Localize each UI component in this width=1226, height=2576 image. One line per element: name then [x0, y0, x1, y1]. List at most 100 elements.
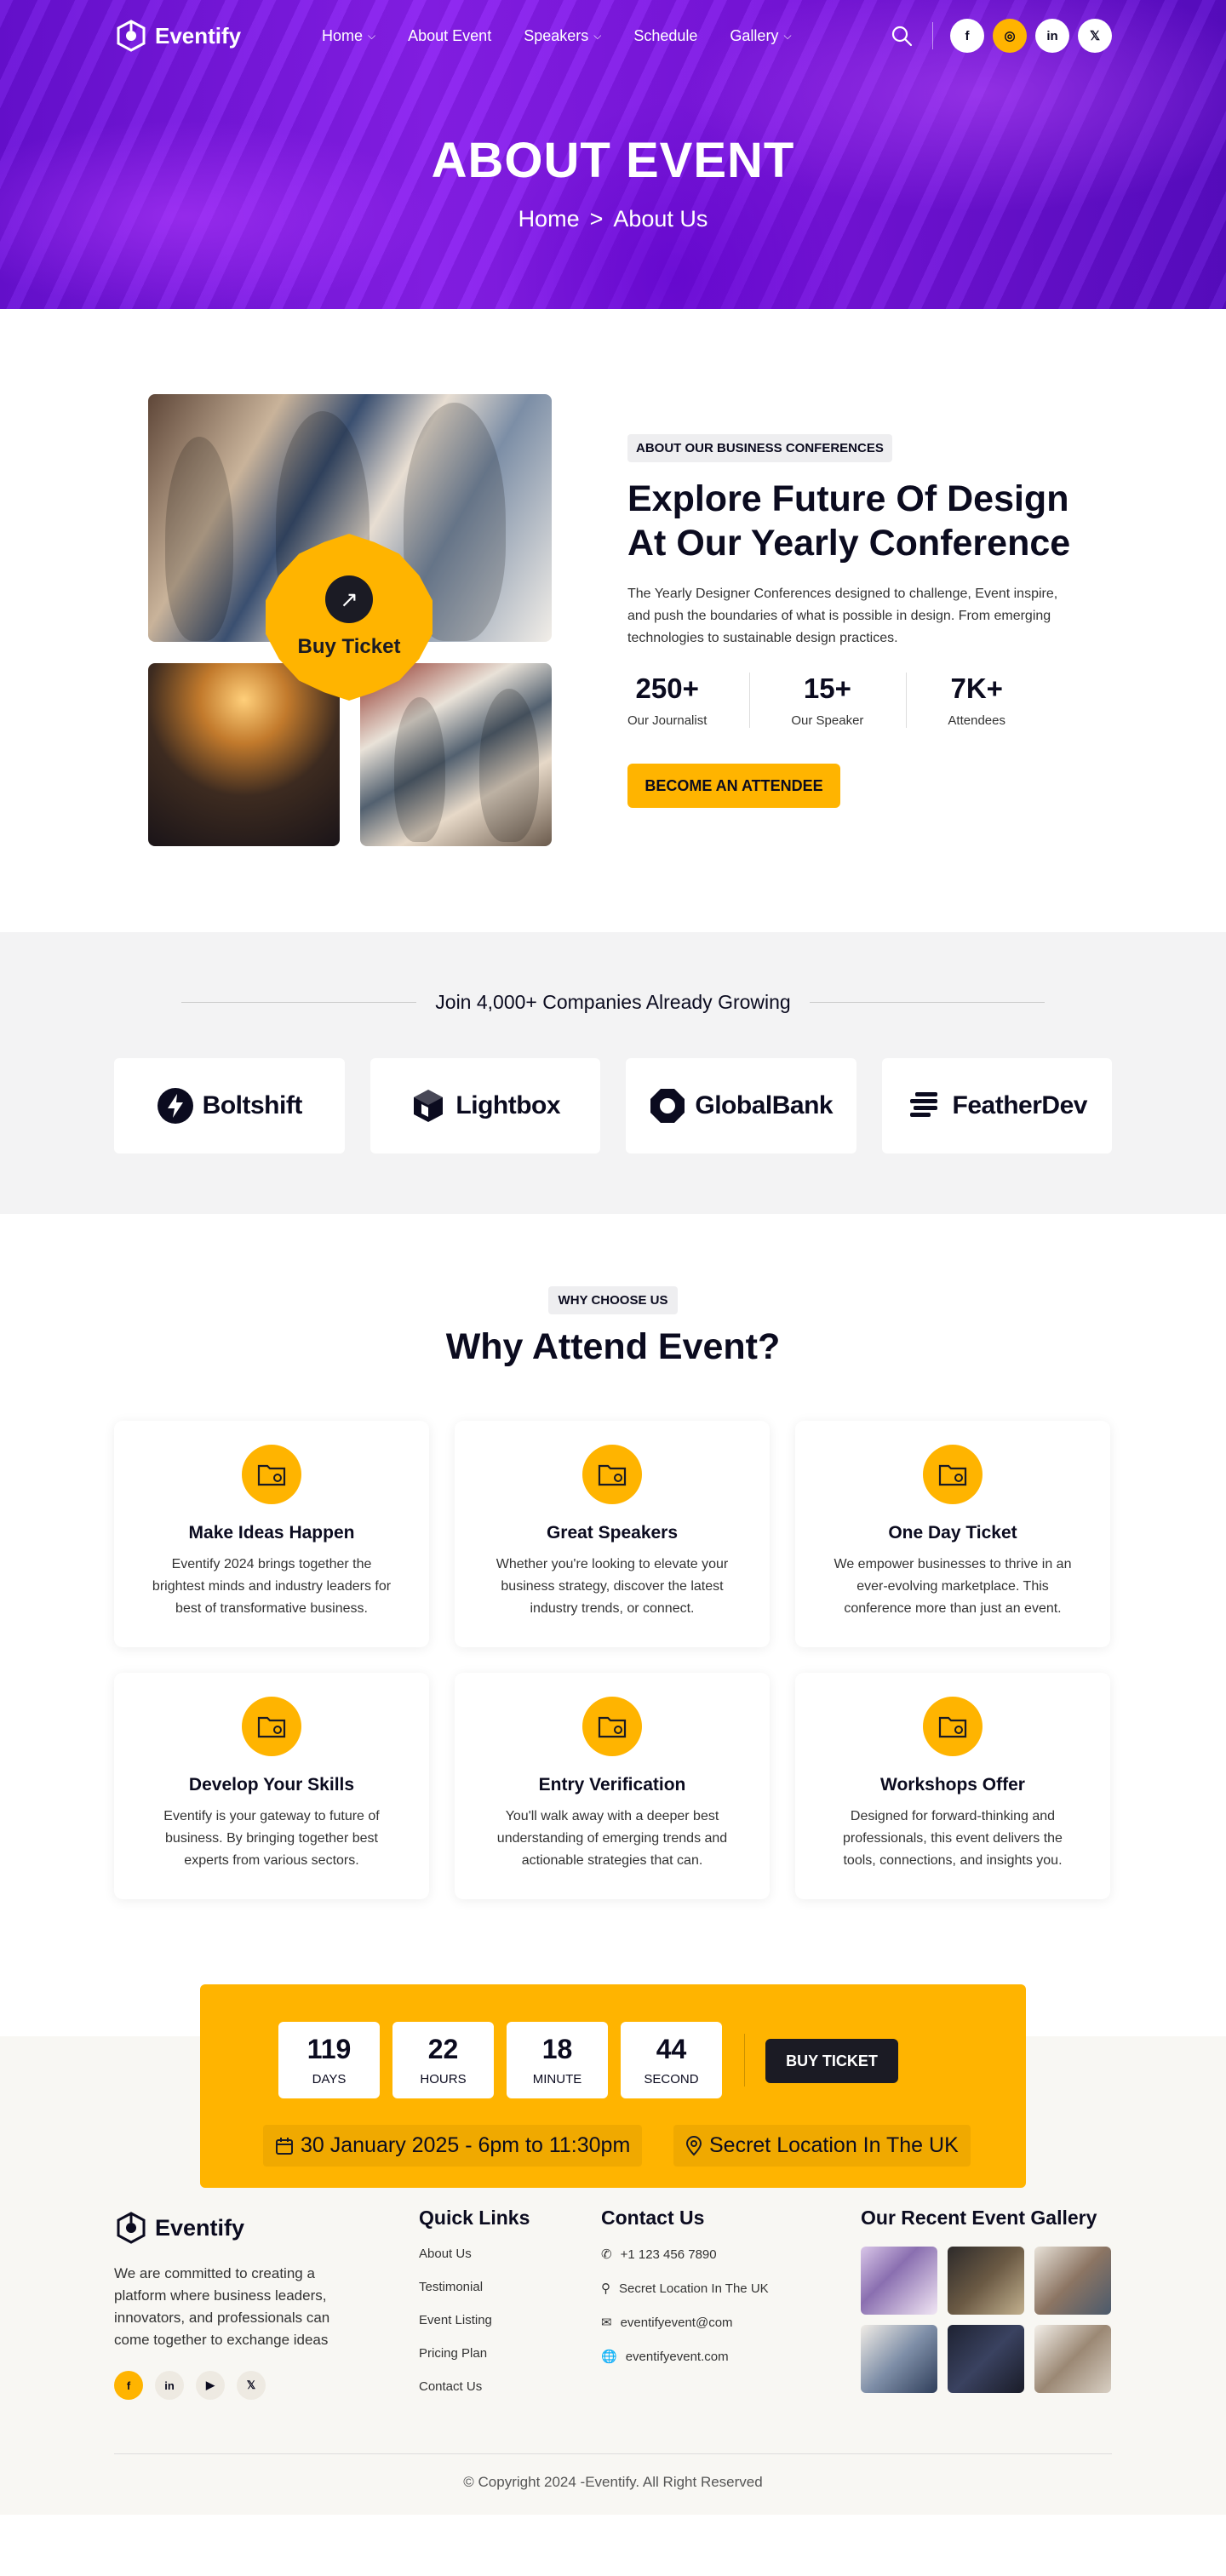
calendar-icon: [276, 2137, 293, 2155]
why-attend-section: WHY CHOOSE US Why Attend Event? Make Ide…: [0, 1214, 1226, 2188]
facebook-icon[interactable]: f: [950, 19, 984, 53]
main-menu: Home ⌵ About Event Speakers ⌵ Schedule Gal…: [322, 27, 792, 45]
feature-cards: Make Ideas Happen Eventify 2024 brings t…: [114, 1421, 1112, 1899]
nav-item-label: Speakers: [524, 26, 589, 44]
nav-item-speakers[interactable]: Speakers ⌵: [524, 27, 601, 45]
feature-card: Great Speakers Whether you're looking to…: [455, 1421, 770, 1647]
event-location: Secret Location In The UK: [673, 2125, 971, 2167]
contact-phone-text: +1 123 456 7890: [620, 2247, 717, 2262]
nav-item-home[interactable]: Home ⌵: [322, 27, 375, 45]
countdown-label: SECOND: [644, 2072, 699, 2087]
footer-about: We are committed to creating a platform …: [114, 2265, 330, 2348]
nav-item-gallery[interactable]: Gallery ⌵: [730, 27, 791, 45]
countdown-boxes: 119 DAYS 22 HOURS 18 MINUTE 44 SECOND: [278, 2022, 722, 2098]
nav-item-label: Home: [322, 26, 364, 44]
folder-gear-icon: [582, 1445, 642, 1504]
footer-logo[interactable]: Eventify: [114, 2211, 244, 2245]
countdown-minutes: 18 MINUTE: [507, 2022, 608, 2098]
countdown-label: DAYS: [312, 2072, 347, 2087]
countdown-days: 119 DAYS: [278, 2022, 380, 2098]
gallery-thumb[interactable]: [948, 2325, 1024, 2393]
stat-value: 250+: [635, 673, 699, 704]
gallery-thumb[interactable]: [861, 2325, 937, 2393]
event-location-text: Secret Location In The UK: [709, 2133, 959, 2157]
feature-text: Whether you're looking to elevate your b…: [496, 1557, 729, 1616]
section-tag: WHY CHOOSE US: [0, 1286, 1226, 1314]
folder-gear-icon: [923, 1697, 983, 1756]
companies-title: Join 4,000+ Companies Already Growing: [435, 991, 791, 1013]
photo-figure: [479, 689, 539, 842]
feature-text: Designed for forward-thinking and profes…: [843, 1809, 1063, 1868]
feature-title: Workshops Offer: [880, 1775, 1025, 1795]
instagram-icon[interactable]: ◎: [993, 19, 1027, 53]
chevron-down-icon: ⌵: [368, 29, 376, 42]
breadcrumb-home[interactable]: Home: [518, 206, 580, 232]
conference-photo-audience: [148, 663, 340, 846]
folder-gear-icon: [242, 1697, 301, 1756]
brand-name: Eventify: [155, 2214, 245, 2241]
breadcrumb: Home > About Us: [0, 206, 1226, 232]
footer-link-about[interactable]: About Us: [419, 2247, 530, 2261]
why-heading: Why Attend Event?: [445, 1326, 781, 1367]
companies-section: Join 4,000+ Companies Already Growing Bo…: [0, 932, 1226, 1214]
gallery-grid: [861, 2247, 1111, 2393]
footer-heading: Our Recent Event Gallery: [861, 2207, 1097, 2229]
buy-ticket-button[interactable]: BUY TICKET: [765, 2039, 898, 2083]
folder-gear-icon: [923, 1445, 983, 1504]
folder-gear-icon: [582, 1697, 642, 1756]
gallery-thumb[interactable]: [948, 2247, 1024, 2315]
countdown-label: HOURS: [420, 2072, 467, 2087]
contact-address-text: Secret Location In The UK: [619, 2281, 769, 2296]
divider: [744, 2034, 745, 2087]
footer-quick-links: Quick Links About Us Testimonial Event L…: [419, 2207, 530, 2413]
company-logo-boltshift: Boltshift: [114, 1058, 345, 1153]
countdown-value: 22: [427, 2034, 459, 2064]
facebook-icon[interactable]: f: [114, 2371, 143, 2400]
youtube-icon[interactable]: ▶: [196, 2371, 225, 2400]
search-icon[interactable]: [890, 24, 914, 48]
divider: [809, 1002, 1045, 1003]
nav-item-label: Schedule: [633, 26, 698, 44]
feature-title: Make Ideas Happen: [188, 1523, 355, 1543]
photo-figure: [165, 437, 233, 641]
brand-logo[interactable]: Eventify: [114, 19, 318, 53]
feature-title: Great Speakers: [546, 1523, 679, 1543]
stat-attendees: 7K+ Attendees: [906, 673, 1048, 728]
contact-phone[interactable]: ✆ +1 123 456 7890: [601, 2247, 769, 2263]
contact-website-text: eventifyevent.com: [625, 2349, 729, 2364]
stat-value: 15+: [803, 673, 851, 704]
linkedin-icon[interactable]: in: [155, 2371, 184, 2400]
nav-item-about-event[interactable]: About Event: [408, 27, 491, 45]
photo-figure: [394, 697, 445, 842]
footer-heading: Contact Us: [601, 2207, 705, 2229]
hero-banner: Eventify Home ⌵ About Event Speakers ⌵ Sch…: [0, 0, 1226, 309]
company-name: Lightbox: [455, 1091, 561, 1119]
become-attendee-button[interactable]: BECOME AN ATTENDEE: [627, 764, 840, 808]
companies-heading: Join 4,000+ Companies Already Growing: [0, 991, 1226, 1014]
footer-link-event-listing[interactable]: Event Listing: [419, 2313, 530, 2327]
footer-heading: Quick Links: [419, 2207, 530, 2229]
x-icon[interactable]: 𝕏: [237, 2371, 266, 2400]
x-icon[interactable]: 𝕏: [1078, 19, 1112, 53]
stat-label: Our Speaker: [791, 713, 864, 728]
breadcrumb-separator: >: [589, 206, 604, 232]
linkedin-icon[interactable]: in: [1035, 19, 1069, 53]
feature-title: One Day Ticket: [888, 1523, 1017, 1543]
footer-link-contact[interactable]: Contact Us: [419, 2379, 530, 2394]
nav-item-schedule[interactable]: Schedule: [633, 27, 697, 45]
contact-email[interactable]: ✉ eventifyevent@com: [601, 2315, 769, 2331]
location-pin-icon: ⚲: [601, 2281, 610, 2296]
gallery-thumb[interactable]: [1034, 2325, 1111, 2393]
feature-title: Develop Your Skills: [188, 1775, 355, 1795]
countdown-value: 44: [656, 2034, 687, 2064]
gallery-thumb[interactable]: [861, 2247, 937, 2315]
company-logo-globalbank: GlobalBank: [626, 1058, 856, 1153]
contact-website[interactable]: 🌐 eventifyevent.com: [601, 2349, 769, 2365]
footer-link-testimonial[interactable]: Testimonial: [419, 2280, 530, 2294]
event-date-text: 30 January 2025 - 6pm to 11:30pm: [301, 2133, 631, 2157]
globe-hexagon-icon: [650, 1089, 685, 1123]
breadcrumb-current: About Us: [613, 206, 708, 232]
countdown-banner: 119 DAYS 22 HOURS 18 MINUTE 44 SECOND BUY TI…: [200, 1984, 1026, 2188]
footer-link-pricing[interactable]: Pricing Plan: [419, 2346, 530, 2361]
gallery-thumb[interactable]: [1034, 2247, 1111, 2315]
